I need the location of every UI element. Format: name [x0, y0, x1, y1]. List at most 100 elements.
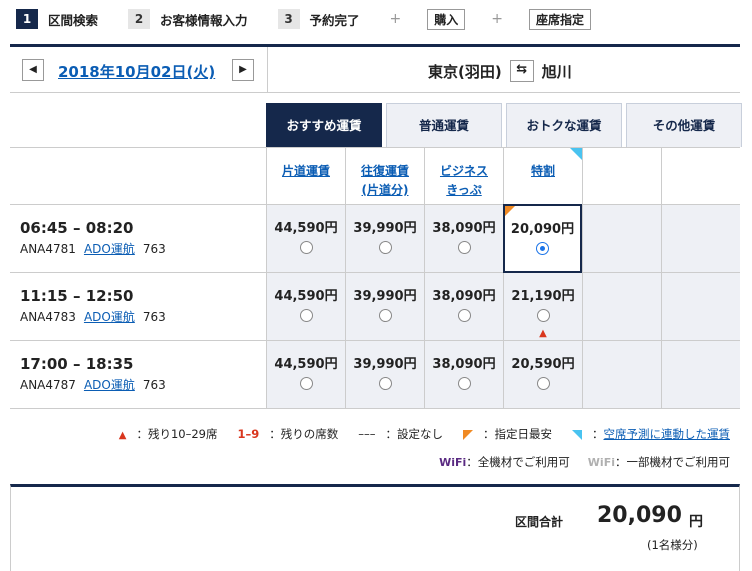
fare-header-link[interactable]: 片道運賃 — [282, 164, 330, 178]
fare-header-oneway: 片道運賃 — [266, 148, 345, 204]
fare-cell[interactable]: 44,590円 — [266, 205, 345, 272]
fare-cell[interactable]: 38,090円 — [424, 205, 503, 272]
fare-header-tokuwari: 特割 — [503, 148, 582, 204]
fare-radio[interactable] — [299, 309, 313, 322]
fare-cell[interactable]: 21,190円 ▲ — [503, 273, 582, 340]
fare-cell[interactable]: 39,990円 — [345, 273, 424, 340]
fare-cell[interactable]: 38,090円 — [424, 341, 503, 408]
fare-price: 39,990円 — [353, 221, 417, 236]
empty-fare-cell — [582, 205, 661, 272]
fare-radio[interactable] — [378, 377, 392, 390]
fare-header-roundtrip: 往復運賃 (片道分) — [345, 148, 424, 204]
fare-cell[interactable]: 39,990円 — [345, 205, 424, 272]
tab-recommended[interactable]: おすすめ運賃 — [266, 103, 382, 147]
fare-cell-selected[interactable]: 20,090円 — [503, 204, 582, 273]
total-label: 区間合計 — [515, 515, 564, 529]
legend-text: ：残り10–29席 — [136, 427, 218, 441]
fare-header-link-sub[interactable]: きっぷ — [446, 183, 482, 197]
legend-dash: ––– — [358, 427, 376, 441]
legend-lowest: ：指定日最安 — [453, 426, 552, 442]
fare-header-link[interactable]: 往復運賃 — [361, 164, 409, 178]
fare-price: 44,590円 — [274, 289, 338, 304]
fare-radio[interactable] — [457, 309, 471, 322]
swap-icon[interactable]: ⇆ — [509, 60, 534, 82]
wifi-legend: WiFi ：全機材でご利用可 WiFi ：一部機材でご利用可 — [439, 454, 730, 470]
step-label: お客様情報入力 — [160, 12, 248, 28]
aircraft-type: 763 — [142, 310, 166, 324]
empty-fare-cell — [582, 273, 661, 340]
fare-tabs: おすすめ運賃 普通運賃 おトクな運賃 その他運賃 — [266, 103, 746, 147]
fare-radio[interactable] — [299, 377, 313, 390]
flight-number: ANA4787 — [20, 378, 76, 392]
wifi-some-text: ：一部機材でご利用可 — [615, 455, 730, 469]
fare-price: 44,590円 — [274, 221, 338, 236]
flight-info: 11:15 – 12:50 ANA4783 ADO運航 763 — [20, 287, 166, 325]
legend-seats-remaining: 1–9 ：残りの席数 — [227, 426, 338, 442]
orange-corner-icon — [463, 429, 473, 440]
fare-price: 38,090円 — [432, 357, 496, 372]
fare-cell[interactable]: 38,090円 — [424, 273, 503, 340]
cyan-corner-icon — [570, 148, 582, 160]
step-number: 2 — [128, 9, 151, 29]
fare-radio[interactable] — [299, 241, 313, 254]
operator-link[interactable]: ADO運航 — [84, 378, 135, 392]
fare-header-business: ビジネス きっぷ — [424, 148, 503, 204]
flight-row: 11:15 – 12:50 ANA4783 ADO運航 763 44,590円 39… — [10, 273, 740, 341]
origin: 東京(羽田) — [428, 62, 502, 81]
fare-radio[interactable] — [536, 377, 550, 390]
step-label: 予約完了 — [309, 12, 360, 28]
flight-time: 06:45 – 08:20 — [20, 219, 134, 237]
legend-text: ：指定日最安 — [483, 427, 552, 441]
fare-radio[interactable] — [378, 309, 392, 322]
total-note: (1名様分) — [647, 538, 698, 552]
fare-header-link[interactable]: 特割 — [531, 164, 555, 178]
fare-radio[interactable] — [457, 241, 471, 254]
step-complete: 3 予約完了 — [277, 9, 360, 29]
fare-cell[interactable]: 20,590円 — [503, 341, 582, 408]
seat-option: 座席指定 — [529, 8, 592, 30]
fare-price: 21,190円 — [511, 289, 575, 304]
fare-radio[interactable] — [536, 309, 550, 322]
flight-meta: ANA4781 ADO運航 763 — [20, 240, 166, 257]
tab-discount[interactable]: おトクな運賃 — [506, 103, 622, 147]
prev-day-button[interactable]: ◀ — [22, 59, 44, 81]
triangle-icon: ▲ — [118, 430, 127, 441]
operator-link[interactable]: ADO運航 — [84, 242, 135, 256]
linked-fare-link[interactable]: 空席予測に連動した運賃 — [604, 427, 731, 441]
empty-fare-cell — [661, 273, 740, 340]
date-link[interactable]: 2018年10月02日(火) — [58, 61, 215, 82]
tab-other[interactable]: その他運賃 — [626, 103, 742, 147]
fare-cell[interactable]: 44,590円 — [266, 273, 345, 340]
date-route-bar: ◀ 2018年10月02日(火) ▶ 東京(羽田) ⇆ 旭川 — [10, 47, 740, 93]
step-label: 区間検索 — [48, 12, 99, 28]
fare-radio[interactable] — [378, 241, 392, 254]
orange-corner-icon — [505, 206, 515, 216]
flight-time: 11:15 – 12:50 — [20, 287, 134, 305]
flight-number: ANA4781 — [20, 242, 76, 256]
fare-price: 39,990円 — [353, 289, 417, 304]
legend-text: ： — [592, 427, 604, 441]
next-day-button[interactable]: ▶ — [232, 59, 254, 81]
fare-price: 20,090円 — [510, 222, 575, 237]
wifi-all-text: ：全機材でご利用可 — [466, 455, 570, 469]
flight-info: 17:00 – 18:35 ANA4787 ADO運航 763 — [20, 355, 166, 393]
legend-text: ：残りの席数 — [269, 427, 339, 441]
fare-cell[interactable]: 39,990円 — [345, 341, 424, 408]
flight-info: 06:45 – 08:20 ANA4781 ADO運航 763 — [20, 219, 166, 257]
wifi-all-icon: WiFi — [439, 455, 467, 469]
tab-normal[interactable]: 普通運賃 — [386, 103, 502, 147]
total-amount: 20,090 — [597, 503, 682, 528]
fare-header-link-sub[interactable]: (片道分) — [362, 183, 409, 197]
legend-not-set: ––– ：設定なし — [348, 426, 443, 442]
total-unit: 円 — [689, 514, 703, 530]
route: 東京(羽田) ⇆ 旭川 — [428, 60, 572, 82]
fare-radio[interactable] — [457, 377, 471, 390]
aircraft-type: 763 — [142, 242, 166, 256]
fare-radio-selected[interactable] — [536, 242, 549, 255]
step-number: 3 — [277, 9, 300, 29]
legend-linked: ：空席予測に連動した運賃 — [562, 426, 730, 442]
fare-cell[interactable]: 44,590円 — [266, 341, 345, 408]
operator-link[interactable]: ADO運航 — [84, 310, 135, 324]
fare-header-link[interactable]: ビジネス — [440, 164, 488, 178]
empty-fare-cell — [582, 341, 661, 408]
